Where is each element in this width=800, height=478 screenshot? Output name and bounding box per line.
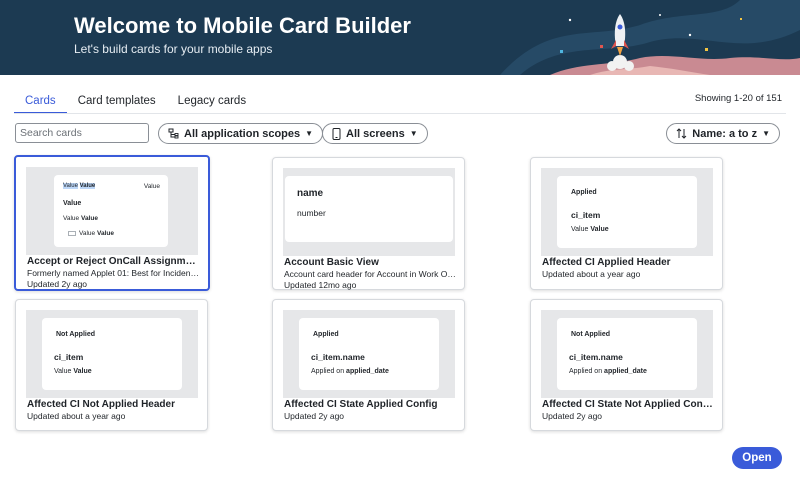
preview-heading: name	[297, 188, 324, 199]
tabs-divider	[14, 113, 786, 114]
preview-value: Applied on	[569, 368, 603, 375]
card-accept-or-reject-oncall[interactable]: Value Value Value Value Value Value Valu…	[14, 155, 210, 291]
caret-down-icon: ▼	[305, 129, 314, 138]
card-affected-ci-state-applied-config[interactable]: Applied ci_item.name Applied on applied_…	[272, 299, 465, 431]
card-description: Account card header for Account in Work …	[284, 269, 456, 279]
card-affected-ci-not-applied-header[interactable]: Not Applied ci_item Value Value Affected…	[15, 299, 208, 431]
results-count: Showing 1-20 of 151	[694, 93, 782, 104]
card-updated: Updated 2y ago	[542, 411, 603, 421]
card-updated: Updated 12mo ago	[284, 280, 357, 290]
preview-value: Value	[54, 368, 72, 375]
preview-value: Value	[63, 215, 80, 222]
screen-filter-label: All screens	[346, 127, 405, 140]
preview-value: applied_date	[346, 368, 389, 375]
rocket-illustration-icon	[500, 0, 800, 75]
sort-label: Name: a to z	[692, 127, 758, 140]
scope-filter-dropdown[interactable]: All application scopes ▼	[158, 123, 324, 144]
card-title: Affected CI State Applied Config	[284, 399, 438, 410]
preview-value: Value	[571, 226, 589, 233]
card-title: Accept or Reject OnCall Assignment…	[27, 256, 199, 267]
caret-down-icon: ▼	[762, 129, 770, 138]
card-affected-ci-applied-header[interactable]: Applied ci_item Value Value Affected CI …	[530, 157, 723, 290]
card-updated: Updated 2y ago	[27, 279, 88, 289]
card-preview-body: Applied ci_item.name Applied on applied_…	[299, 318, 439, 390]
card-affected-ci-state-not-applied-config[interactable]: Not Applied ci_item.name Applied on appl…	[530, 299, 723, 431]
preview-badge: Not Applied	[56, 331, 96, 338]
tab-card-templates[interactable]: Card templates	[67, 88, 167, 114]
card-preview-body: Not Applied ci_item.name Applied on appl…	[557, 318, 697, 390]
scope-filter-label: All application scopes	[184, 127, 301, 140]
preview-value: Value	[143, 183, 160, 190]
card-preview: Applied ci_item Value Value	[541, 168, 713, 256]
preview-heading: ci_item.name	[569, 352, 623, 362]
preview-value: Value	[79, 183, 96, 189]
card-tabs: Cards Card templates Legacy cards	[14, 88, 257, 114]
card-preview: Value Value Value Value Value Value Valu…	[26, 167, 198, 255]
preview-value: Value	[63, 183, 78, 189]
search-input[interactable]	[15, 123, 149, 143]
card-title: Affected CI Not Applied Header	[27, 399, 175, 410]
open-button[interactable]: Open	[732, 447, 782, 469]
card-title: Affected CI Applied Header	[542, 257, 671, 268]
sort-dropdown[interactable]: Name: a to z ▼	[666, 123, 780, 144]
preview-value: applied_date	[604, 368, 647, 375]
preview-value: Value	[80, 215, 98, 222]
caret-down-icon: ▼	[409, 129, 418, 138]
card-preview-body: Applied ci_item Value Value	[557, 176, 697, 248]
banner-title: Welcome to Mobile Card Builder	[74, 13, 411, 38]
sort-arrows-icon	[676, 128, 687, 139]
preview-value: Applied on	[311, 368, 345, 375]
preview-heading: ci_item	[571, 210, 601, 220]
phone-icon	[332, 127, 341, 140]
preview-badge: Applied	[313, 331, 339, 338]
image-placeholder-icon	[68, 230, 76, 236]
screen-filter-dropdown[interactable]: All screens ▼	[322, 123, 428, 144]
banner-subtitle: Let's build cards for your mobile apps	[74, 42, 273, 56]
preview-value: Value	[590, 226, 609, 233]
preview-heading: Value	[63, 200, 82, 207]
card-description: Formerly named Applet 01: Best for Incid…	[27, 268, 199, 278]
card-title: Affected CI State Not Applied Config	[542, 399, 714, 410]
preview-value: Value	[79, 230, 96, 237]
welcome-banner: Welcome to Mobile Card Builder Let's bui…	[0, 0, 800, 75]
card-account-basic-view[interactable]: name number Account Basic View Account c…	[272, 157, 465, 290]
card-preview-body: Not Applied ci_item Value Value	[42, 318, 182, 390]
tab-legacy-cards[interactable]: Legacy cards	[167, 88, 257, 114]
card-title: Account Basic View	[284, 257, 379, 268]
card-updated: Updated about a year ago	[27, 411, 126, 421]
preview-value: Value	[96, 230, 114, 237]
card-preview: name number	[283, 168, 455, 256]
tab-cards[interactable]: Cards	[14, 88, 67, 114]
preview-badge: Not Applied	[571, 331, 611, 338]
card-preview: Not Applied ci_item Value Value	[26, 310, 198, 398]
preview-heading: ci_item	[54, 352, 84, 362]
card-preview-body: Value Value Value Value Value Value Valu…	[54, 175, 168, 247]
card-preview: Not Applied ci_item.name Applied on appl…	[541, 310, 713, 398]
preview-badge: Applied	[571, 189, 597, 196]
card-preview: Applied ci_item.name Applied on applied_…	[283, 310, 455, 398]
card-updated: Updated about a year ago	[542, 269, 641, 279]
hierarchy-icon	[168, 128, 179, 139]
preview-sub: number	[297, 208, 326, 218]
card-preview-body: name number	[285, 176, 453, 242]
preview-value: Value	[73, 368, 92, 375]
preview-heading: ci_item.name	[311, 352, 365, 362]
card-updated: Updated 2y ago	[284, 411, 345, 421]
